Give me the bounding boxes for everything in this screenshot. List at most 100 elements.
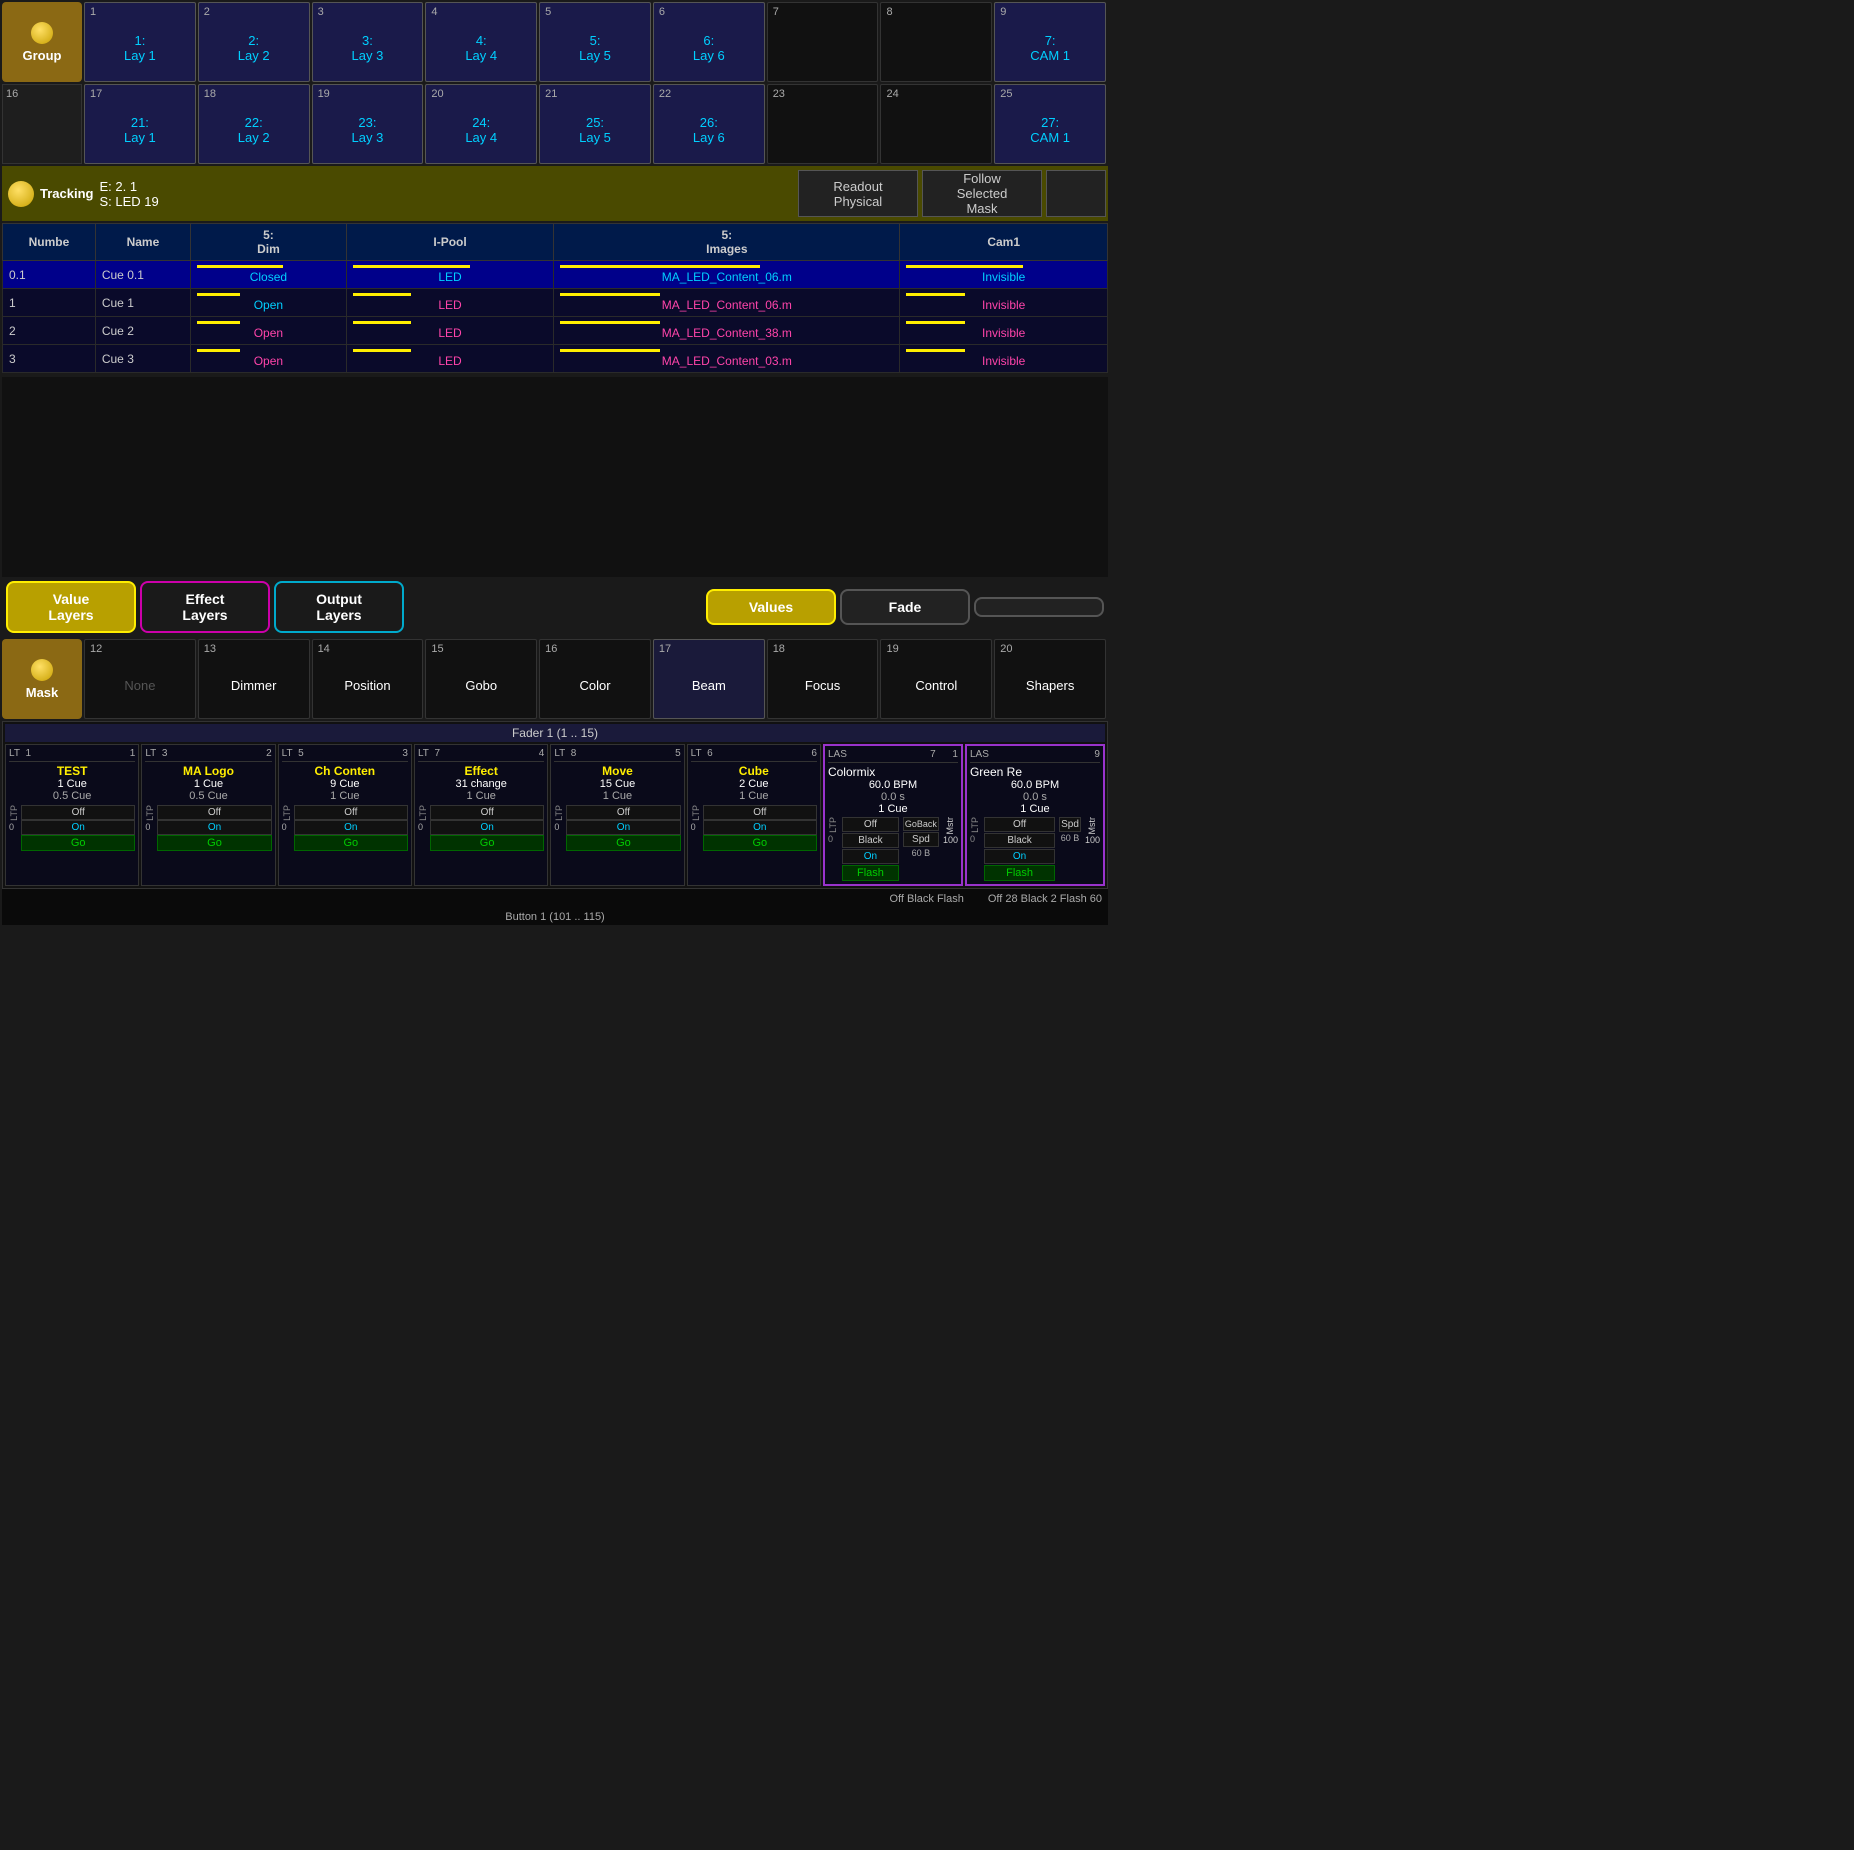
greenre-flash[interactable]: Flash — [984, 865, 1055, 881]
group-cell-r2-8[interactable]: 24 — [880, 84, 992, 164]
group-cell-4[interactable]: 4 4:Lay 4 — [425, 2, 537, 82]
mask-cell-control[interactable]: 19 Control — [880, 639, 992, 719]
cue-row-1[interactable]: 1 Cue 1 Open LED MA_LED_Content_06.m Inv… — [3, 289, 1108, 317]
greenre-ltp-col: LTP 0 — [970, 817, 980, 881]
greenre-lt-id: 9 — [1094, 749, 1100, 760]
fader-controls-1: LTP 0 Off On Go — [9, 805, 135, 851]
output-layers-button[interactable]: OutputLayers — [274, 581, 404, 633]
greenre-black: Black — [984, 833, 1055, 848]
mask-cell-name-focus: Focus — [773, 655, 873, 715]
lt-label-4: LT 7 — [418, 748, 440, 759]
colormix-ltp-col: LTP 0 — [828, 817, 838, 881]
go-btn-5[interactable]: Go — [566, 835, 680, 851]
group-cell-r2-9[interactable]: 25 27:CAM 1 — [994, 84, 1106, 164]
group-cell-num-8: 8 — [886, 6, 986, 18]
track-name-1: TEST — [9, 764, 135, 778]
extra-button[interactable] — [974, 597, 1104, 617]
track-cue2-3: 1 Cue — [282, 790, 408, 802]
colormix-bpm-val: 60 B — [903, 848, 939, 858]
mask-cell-shapers[interactable]: 20 Shapers — [994, 639, 1106, 719]
mask-cell-num-17: 17 — [659, 643, 759, 655]
group-cell-r2-4[interactable]: 20 24:Lay 4 — [425, 84, 537, 164]
track-header-6: LT 6 6 — [691, 748, 817, 762]
mask-cell-gobo[interactable]: 15 Gobo — [425, 639, 537, 719]
readout-physical-button[interactable]: ReadoutPhysical — [798, 170, 918, 217]
group-cell-9[interactable]: 9 7:CAM 1 — [994, 2, 1106, 82]
mask-cell-color[interactable]: 16 Color — [539, 639, 651, 719]
group-cell-2[interactable]: 2 2:Lay 2 — [198, 2, 310, 82]
track-cue1-6: 2 Cue — [691, 778, 817, 790]
mask-cell-dimmer[interactable]: 13 Dimmer — [198, 639, 310, 719]
group-cell-r2-name-3: 23:Lay 3 — [318, 100, 418, 160]
group-cell-name-5: 5:Lay 5 — [545, 18, 645, 78]
follow-selected-mask-button[interactable]: FollowSelectedMask — [922, 170, 1042, 217]
button-label: Button 1 (101 .. 115) — [2, 909, 1108, 925]
cue-row-3[interactable]: 3 Cue 3 Open LED MA_LED_Content_03.m Inv… — [3, 345, 1108, 373]
mask-cell-none[interactable]: 12 None — [84, 639, 196, 719]
lt-label-3: LT 5 — [282, 748, 304, 759]
cue-row-2[interactable]: 2 Cue 2 Open LED MA_LED_Content_38.m Inv… — [3, 317, 1108, 345]
fader-track-4: LT 7 4 Effect 31 change 1 Cue LTP 0 Off … — [414, 744, 548, 886]
track-name-2: MA Logo — [145, 764, 271, 778]
ctrl-off-3: Off — [294, 805, 408, 820]
group-cell-7[interactable]: 7 — [767, 2, 879, 82]
cue-num-0: 0.1 — [3, 261, 96, 289]
lt-label-6: LT 6 — [691, 748, 713, 759]
empty-space — [2, 377, 1108, 577]
colormix-on: On — [842, 849, 899, 864]
track-name-6: Cube — [691, 764, 817, 778]
colormix-mstr: Mstr 100 — [943, 817, 958, 881]
group-cell-r2-2[interactable]: 18 22:Lay 2 — [198, 84, 310, 164]
group-cell-5[interactable]: 5 5:Lay 5 — [539, 2, 651, 82]
track-cue1-2: 1 Cue — [145, 778, 271, 790]
cue-pool-0: LED — [346, 261, 554, 289]
track-cue2-4: 1 Cue — [418, 790, 544, 802]
track-cue1-1: 1 Cue — [9, 778, 135, 790]
mask-cell-position[interactable]: 14 Position — [312, 639, 424, 719]
colormix-flash[interactable]: Flash — [842, 865, 899, 881]
fader-controls-4: LTP 0 Off On Go — [418, 805, 544, 851]
group-section: Group 1 1:Lay 1 2 2:Lay 2 3 3:Lay 3 4 4:… — [0, 0, 1110, 927]
group-cell-r2-1[interactable]: 17 21:Lay 1 — [84, 84, 196, 164]
greenre-track: LAS 9 Green Re 60.0 BPM 0.0 s 1 Cue LTP … — [965, 744, 1105, 886]
go-btn-1[interactable]: Go — [21, 835, 135, 851]
value-layers-button[interactable]: ValueLayers — [6, 581, 136, 633]
tracking-extra-button[interactable] — [1046, 170, 1106, 217]
go-btn-6[interactable]: Go — [703, 835, 817, 851]
go-btn-2[interactable]: Go — [157, 835, 271, 851]
group-cell-r2-7[interactable]: 23 — [767, 84, 879, 164]
group-cell-r2-5[interactable]: 21 25:Lay 5 — [539, 84, 651, 164]
go-btn-3[interactable]: Go — [294, 835, 408, 851]
group-cell-r2-6[interactable]: 22 26:Lay 6 — [653, 84, 765, 164]
group-label-text: Group — [23, 48, 62, 63]
mask-cell-beam[interactable]: 17 Beam — [653, 639, 765, 719]
go-btn-4[interactable]: Go — [430, 835, 544, 851]
ctrl-row-4: Off On Go — [430, 805, 544, 851]
ctrl-off-1: Off — [21, 805, 135, 820]
group-cell-3[interactable]: 3 3:Lay 3 — [312, 2, 424, 82]
group-cell-name-4: 4:Lay 4 — [431, 18, 531, 78]
group-cell-8[interactable]: 8 — [880, 2, 992, 82]
cue-row-0[interactable]: 0.1 Cue 0.1 Closed LED MA_LED_Content_06… — [3, 261, 1108, 289]
ltp-col-2: LTP 0 — [145, 805, 155, 851]
ctrl-on-2: On — [157, 820, 271, 835]
group-cell-1[interactable]: 1 1:Lay 1 — [84, 2, 196, 82]
off-black-flash-label: Off Black Flash — [887, 891, 965, 907]
greenre-mstr-label: Mstr — [1087, 817, 1097, 835]
lt-id-6: 6 — [811, 748, 817, 759]
ctrl-off-2: Off — [157, 805, 271, 820]
group-cell-r2-3[interactable]: 19 23:Lay 3 — [312, 84, 424, 164]
ctrl-off-6: Off — [703, 805, 817, 820]
track-name-4: Effect — [418, 764, 544, 778]
values-button[interactable]: Values — [706, 589, 836, 625]
track-name-5: Move — [554, 764, 680, 778]
ctrl-row-1: Off On Go — [21, 805, 135, 851]
track-cue2-2: 0.5 Cue — [145, 790, 271, 802]
group-cell-6[interactable]: 6 6:Lay 6 — [653, 2, 765, 82]
fade-button[interactable]: Fade — [840, 589, 970, 625]
group-cell-num-3: 3 — [318, 6, 418, 18]
effect-layers-button[interactable]: EffectLayers — [140, 581, 270, 633]
group-cell-r2-name-1: 21:Lay 1 — [90, 100, 190, 160]
mask-cell-name-dimmer: Dimmer — [204, 655, 304, 715]
mask-cell-focus[interactable]: 18 Focus — [767, 639, 879, 719]
